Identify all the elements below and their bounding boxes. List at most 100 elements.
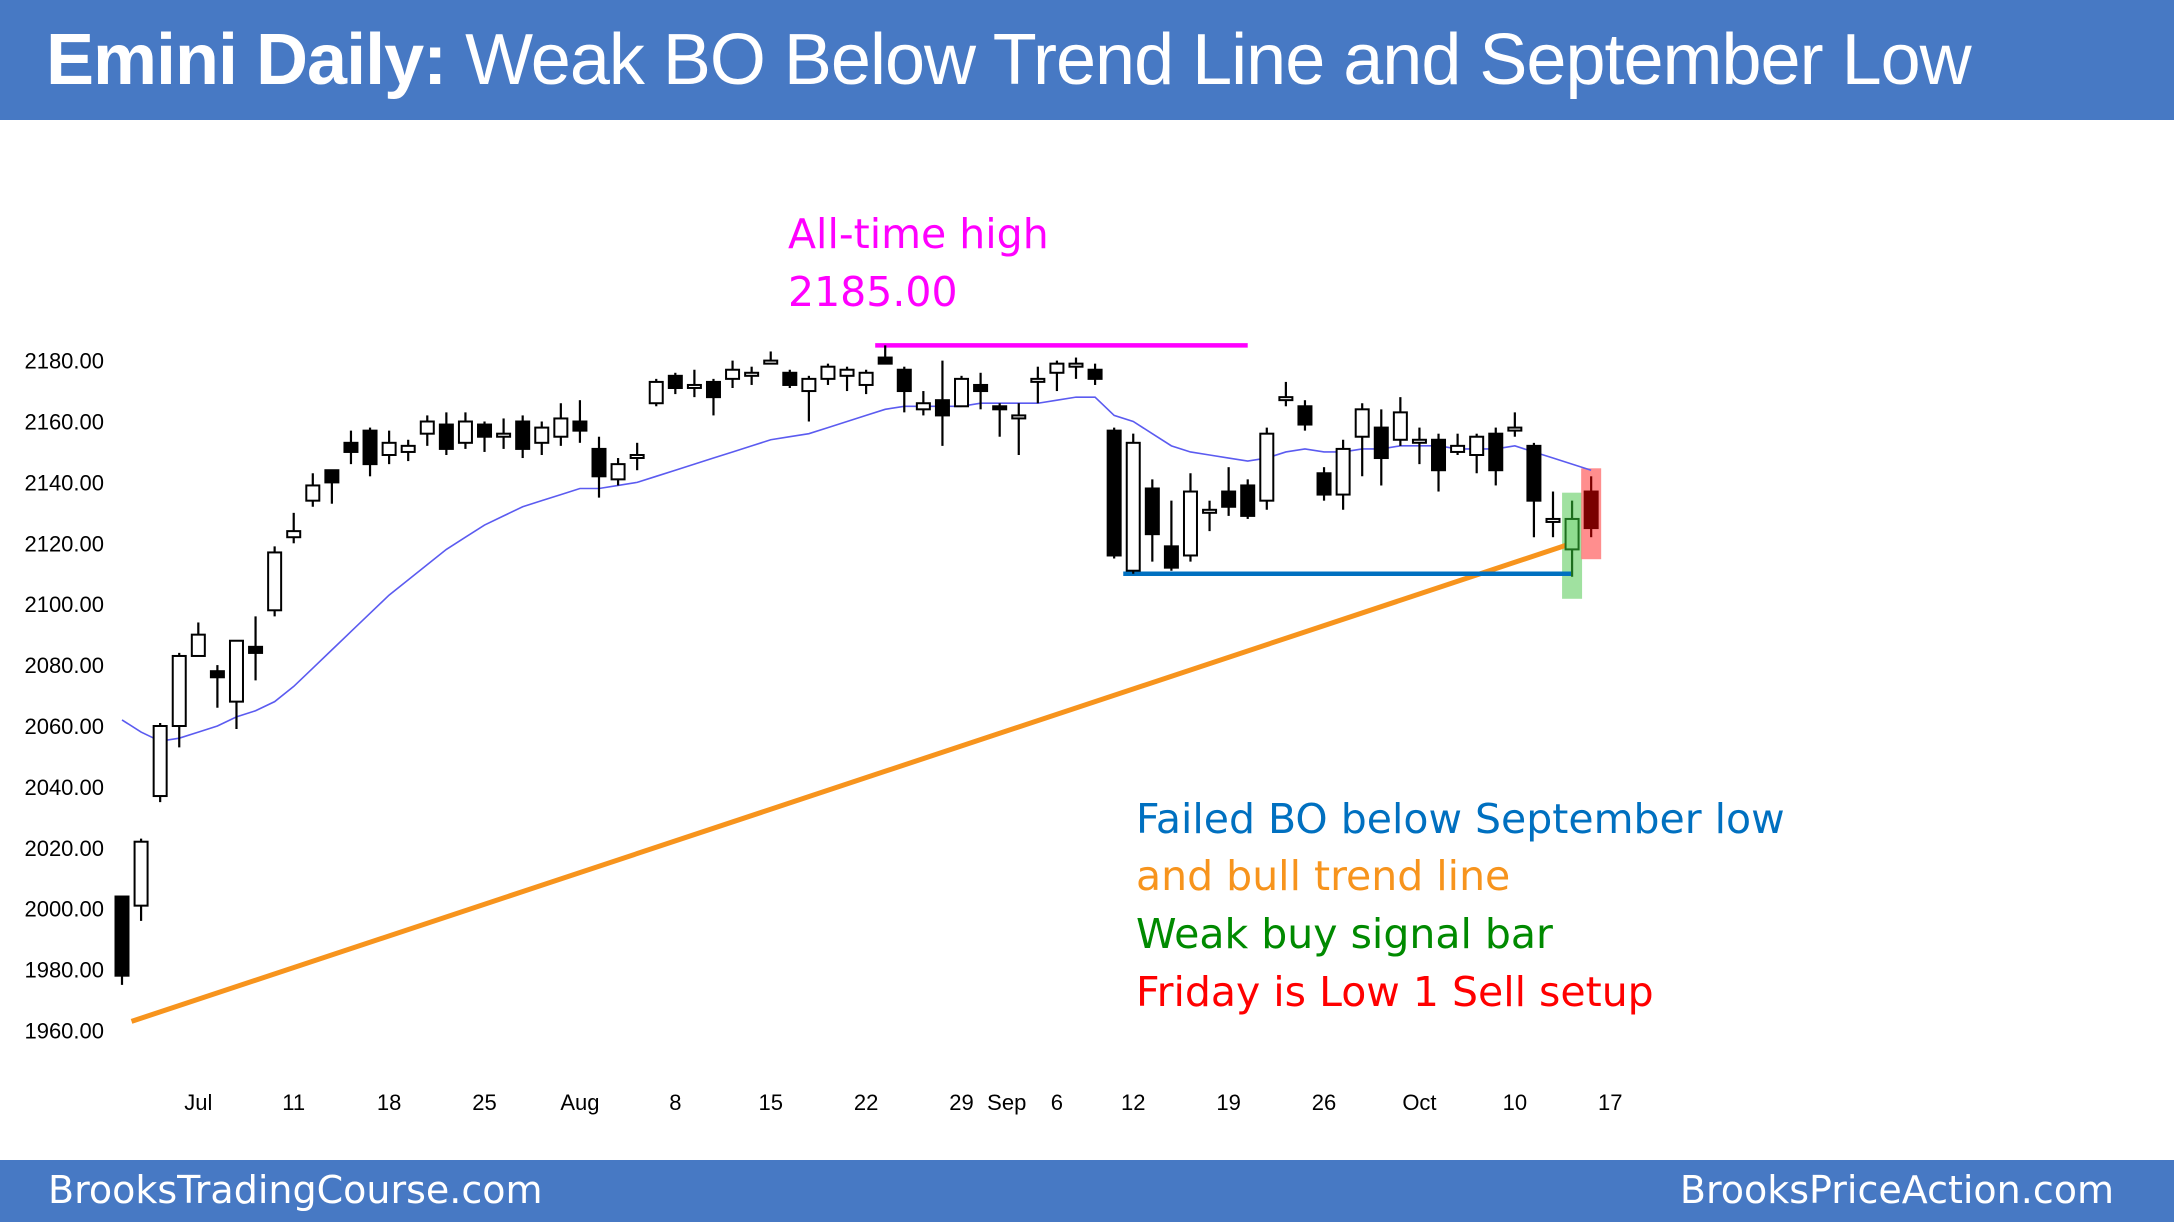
bull-candle <box>400 444 416 453</box>
bull-candle <box>744 371 760 377</box>
bull-candle <box>1068 362 1084 368</box>
bull-candle <box>1202 508 1218 514</box>
y-tick-label: 2060.00 <box>24 714 104 739</box>
bull-candle <box>1030 377 1046 383</box>
bear-candle <box>324 469 340 484</box>
x-tick-label: Jul <box>184 1090 212 1115</box>
bull-candle <box>133 840 149 907</box>
bear-candle <box>1316 472 1332 496</box>
y-tick-label: 2140.00 <box>24 470 104 495</box>
bull-candle <box>1335 447 1351 496</box>
bull-candle <box>1278 396 1294 402</box>
bear-candle <box>343 441 359 453</box>
bear-candle <box>1488 432 1504 472</box>
bull-candle <box>190 633 206 657</box>
bear-candle <box>934 399 950 417</box>
bull-candle <box>858 371 874 386</box>
y-tick-label: 2100.00 <box>24 592 104 617</box>
bull-candle <box>820 365 836 380</box>
bear-candle <box>209 670 225 679</box>
bull-candle <box>1259 432 1275 502</box>
bull-candle <box>801 377 817 393</box>
note-bull-trend-line: and bull trend line <box>1136 852 1511 900</box>
bull-candle <box>286 530 302 539</box>
y-tick-label: 1960.00 <box>24 1019 104 1044</box>
y-tick-label: 2040.00 <box>24 775 104 800</box>
bull-candle <box>457 420 473 444</box>
note-failed-bo: Failed BO below September low <box>1136 795 1785 843</box>
all-time-high-value: 2185.00 <box>788 268 958 316</box>
x-tick-label: Aug <box>560 1090 599 1115</box>
y-tick-label: 2080.00 <box>24 653 104 678</box>
note-low1-sell: Friday is Low 1 Sell setup <box>1136 968 1654 1016</box>
bear-candle <box>1087 368 1103 380</box>
x-tick-label: 18 <box>377 1090 401 1115</box>
bull-candle <box>1182 490 1198 557</box>
bull-candle <box>267 551 283 612</box>
bull-candle <box>496 432 512 438</box>
x-tick-label: 6 <box>1051 1090 1063 1115</box>
x-tick-label: Sep <box>987 1090 1026 1115</box>
bear-candle <box>1144 487 1160 536</box>
y-tick-label: 2000.00 <box>24 897 104 922</box>
all-time-high-label: All-time high <box>788 210 1049 258</box>
bull-candle <box>1125 441 1141 572</box>
footer-left-site[interactable]: BrooksTradingCourse.com <box>48 1168 542 1212</box>
bear-candle <box>896 368 912 393</box>
bull-candle <box>686 383 702 389</box>
bear-candle <box>477 423 493 438</box>
bear-candle <box>1526 444 1542 502</box>
footer-banner: BrooksTradingCourse.com BrooksPriceActio… <box>0 1160 2174 1222</box>
x-tick-label: 17 <box>1598 1090 1622 1115</box>
bear-candle <box>992 405 1008 411</box>
x-tick-label: 26 <box>1312 1090 1336 1115</box>
bull-candle <box>1049 362 1065 374</box>
bear-candle <box>1583 490 1599 530</box>
footer-right-site[interactable]: BrooksPriceAction.com <box>1680 1168 2114 1212</box>
x-tick-label: 12 <box>1121 1090 1145 1115</box>
bear-candle <box>248 645 264 654</box>
bear-candle <box>782 371 798 386</box>
bull-candle <box>228 639 244 703</box>
y-tick-label: 2180.00 <box>24 349 104 374</box>
bull-candle <box>1564 517 1580 551</box>
x-tick-label: Oct <box>1402 1090 1436 1115</box>
bull-candle <box>152 725 168 798</box>
bear-candle <box>877 356 893 365</box>
x-tick-label: 22 <box>854 1090 878 1115</box>
bear-candle <box>591 447 607 478</box>
bear-candle <box>1431 438 1447 472</box>
bear-candle <box>438 423 454 450</box>
x-tick-label: 15 <box>758 1090 782 1115</box>
x-tick-label: 11 <box>282 1090 305 1115</box>
bull-candle <box>534 426 550 444</box>
bull-candle <box>915 402 931 411</box>
x-tick-label: 8 <box>669 1090 681 1115</box>
bear-candle <box>1297 405 1313 426</box>
bear-candle <box>362 429 378 466</box>
bear-candle <box>1373 426 1389 460</box>
bull-candle <box>839 368 855 377</box>
bear-candle <box>667 374 683 390</box>
bear-candle <box>1163 545 1179 569</box>
bull-candle <box>725 368 741 380</box>
bull-candle <box>1507 426 1523 432</box>
bear-candle <box>1221 490 1237 508</box>
bull-candle <box>419 420 435 435</box>
moving-average-line <box>121 396 1592 743</box>
bull-candle <box>954 377 970 408</box>
bull-candle <box>1011 414 1027 420</box>
bull-candle <box>629 453 645 459</box>
x-tick-label: 29 <box>949 1090 973 1115</box>
bull-candle <box>171 654 187 728</box>
bear-candle <box>1106 429 1122 557</box>
x-tick-label: 10 <box>1503 1090 1527 1115</box>
bear-candle <box>973 383 989 393</box>
bear-candle <box>1240 484 1256 517</box>
bear-candle <box>114 895 130 977</box>
y-tick-label: 2020.00 <box>24 836 104 861</box>
bull-candle <box>381 441 397 456</box>
note-weak-buy-signal: Weak buy signal bar <box>1136 910 1553 958</box>
bull-candle <box>763 359 779 365</box>
x-tick-label: 19 <box>1216 1090 1240 1115</box>
